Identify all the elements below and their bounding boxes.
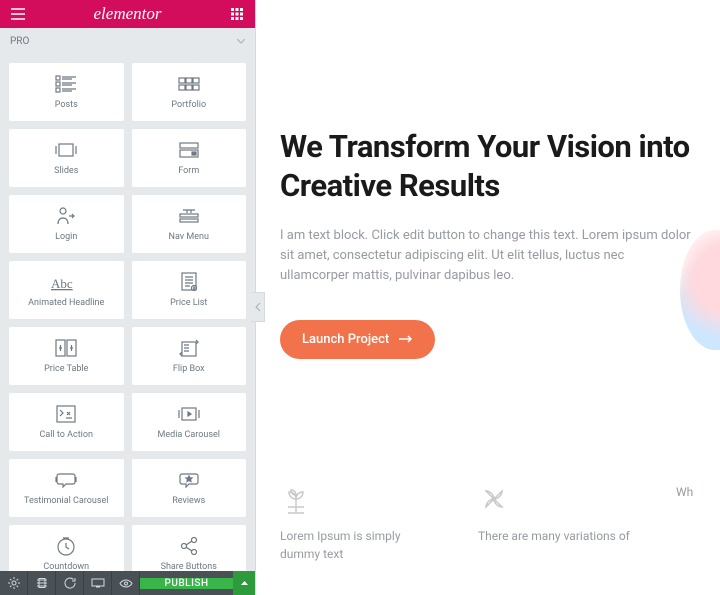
publish-options[interactable] (233, 571, 255, 595)
widget-flipbox[interactable]: Flip Box (131, 326, 248, 386)
widgets-scroll[interactable]: Posts Portfolio Slides Form Login Nav Menu Abc… (0, 54, 255, 571)
login-icon (57, 205, 75, 227)
widget-label: Reviews (172, 497, 205, 507)
widget-posts[interactable]: Posts (8, 62, 125, 122)
widget-pricelist[interactable]: Price List (131, 260, 248, 320)
menu-icon[interactable] (8, 4, 28, 24)
hero-title[interactable]: We Transform Your Vision into Creative R… (280, 128, 696, 206)
widget-label: Nav Menu (169, 233, 209, 243)
panel-footer: PUBLISH (0, 571, 255, 595)
widget-testimonial[interactable]: Testimonial Carousel (8, 458, 125, 518)
feature-text: Wh (676, 483, 696, 501)
form-icon (179, 139, 199, 161)
portfolio-icon (178, 73, 200, 95)
feature-text: Lorem Ipsum is simply dummy text (280, 527, 438, 563)
widget-label: Slides (54, 167, 78, 177)
flipbox-icon (179, 337, 199, 359)
widget-label: Media Carousel (158, 431, 220, 441)
feature-2[interactable]: There are many variations of (478, 483, 636, 563)
reviews-icon (178, 469, 200, 491)
widget-reviews[interactable]: Reviews (131, 458, 248, 518)
widget-headline[interactable]: Abc Animated Headline (8, 260, 125, 320)
publish-button[interactable]: PUBLISH (140, 578, 233, 589)
widget-label: Posts (55, 101, 78, 111)
widget-slides[interactable]: Slides (8, 128, 125, 188)
widget-label: Testimonial Carousel (24, 497, 108, 507)
widget-label: Login (55, 233, 77, 243)
pricetable-icon (55, 337, 77, 359)
testimonial-icon (55, 469, 77, 491)
mediacarousel-icon (178, 403, 200, 425)
widget-label: Animated Headline (28, 299, 104, 309)
settings-icon[interactable] (0, 571, 28, 595)
cta-icon (56, 403, 76, 425)
widget-pricetable[interactable]: Price Table (8, 326, 125, 386)
share-icon (179, 535, 199, 557)
widget-label: Flip Box (173, 365, 205, 375)
widget-form[interactable]: Form (131, 128, 248, 188)
feature-3[interactable]: Wh (676, 483, 696, 563)
cta-label: Launch Project (302, 332, 389, 347)
widget-label: Countdown (43, 563, 89, 571)
plant-icon (280, 483, 438, 515)
cta-button[interactable]: Launch Project (280, 320, 435, 359)
widget-countdown[interactable]: Countdown (8, 524, 125, 571)
category-label: PRO (10, 36, 29, 47)
widget-label: Call to Action (40, 431, 93, 441)
elementor-logo: elementor (94, 4, 162, 24)
navigator-icon[interactable] (28, 571, 56, 595)
widgets-grid: Posts Portfolio Slides Form Login Nav Menu Abc… (4, 58, 251, 571)
widget-label: Portfolio (171, 101, 206, 111)
features-row: Lorem Ipsum is simply dummy text There a… (280, 483, 696, 563)
posts-icon (55, 73, 77, 95)
widget-portfolio[interactable]: Portfolio (131, 62, 248, 122)
hero-section: We Transform Your Vision into Creative R… (280, 0, 696, 359)
preview-canvas[interactable]: We Transform Your Vision into Creative R… (256, 0, 720, 595)
elementor-panel: elementor PRO Posts Portfolio Slides Form Lo… (0, 0, 256, 595)
widget-navmenu[interactable]: Nav Menu (131, 194, 248, 254)
category-pro[interactable]: PRO (0, 28, 255, 54)
widget-share[interactable]: Share Buttons (131, 524, 248, 571)
feature-text: There are many variations of (478, 527, 636, 545)
widget-cta[interactable]: Call to Action (8, 392, 125, 452)
feature-1[interactable]: Lorem Ipsum is simply dummy text (280, 483, 438, 563)
panel-header: elementor (0, 0, 255, 28)
widget-label: Price Table (44, 365, 88, 375)
widget-mediacarousel[interactable]: Media Carousel (131, 392, 248, 452)
headline-icon: Abc (51, 271, 81, 293)
widget-label: Form (178, 167, 199, 177)
widget-label: Share Buttons (161, 563, 217, 571)
preview-icon[interactable] (112, 571, 140, 595)
svg-text:Abc: Abc (51, 276, 73, 291)
countdown-icon (56, 535, 76, 557)
history-icon[interactable] (56, 571, 84, 595)
hero-text[interactable]: I am text block. Click edit button to ch… (280, 226, 696, 286)
pinwheel-icon (478, 483, 636, 515)
navmenu-icon (179, 205, 199, 227)
widget-label: Price List (170, 299, 207, 309)
responsive-icon[interactable] (84, 571, 112, 595)
grid-icon[interactable] (227, 4, 247, 24)
pricelist-icon (180, 271, 198, 293)
arrow-right-icon (399, 335, 413, 343)
slides-icon (54, 139, 78, 161)
widget-login[interactable]: Login (8, 194, 125, 254)
chevron-down-icon (237, 39, 245, 44)
